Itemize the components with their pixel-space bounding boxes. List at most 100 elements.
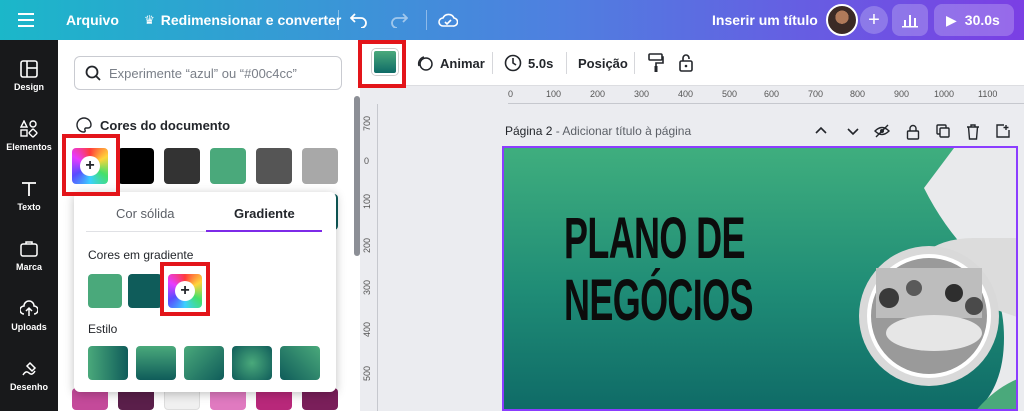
divider: [492, 52, 493, 74]
chevron-down-icon[interactable]: [846, 124, 860, 143]
hide-icon[interactable]: [874, 124, 890, 143]
search-placeholder: Experimente “azul” ou “#00c4cc”: [109, 65, 297, 81]
nav-brand[interactable]: Marca: [0, 240, 58, 272]
add-page-title[interactable]: - Adicionar título à página: [552, 124, 691, 138]
duration-label: 5.0s: [528, 55, 554, 71]
divider: [566, 52, 567, 74]
highlight-box: [160, 262, 210, 316]
gradient-colors-title: Cores em gradiente: [88, 248, 194, 262]
doc-color-swatch[interactable]: [256, 148, 292, 184]
ruler-tick-label: 700: [808, 89, 824, 99]
ruler-tick-label: 0: [364, 156, 370, 166]
ruler-tick-label: 400: [362, 322, 372, 338]
ruler-tick-label: 700: [362, 116, 372, 132]
delete-page-icon[interactable]: [966, 124, 980, 145]
text-icon: [22, 182, 36, 196]
play-button[interactable]: ▶ 30.0s: [934, 0, 1014, 40]
ruler-tick-label: 900: [894, 89, 910, 99]
cloud-save-icon[interactable]: [438, 0, 458, 40]
headline-line-1: PLANO DE: [564, 206, 745, 271]
ruler-left: 700 0 100 200 300 400 500: [360, 104, 378, 411]
crown-icon: ♛: [144, 13, 155, 27]
doc-color-swatch[interactable]: [210, 148, 246, 184]
plus-icon: +: [860, 6, 888, 34]
doc-colors-title: Cores do documento: [100, 117, 231, 133]
palette-icon: [76, 117, 92, 133]
canvas-headline[interactable]: PLANO DE NEGÓCIOS: [564, 208, 753, 332]
lock-page-icon[interactable]: [906, 124, 920, 145]
highlight-box: [358, 40, 406, 88]
headline-line-2: NEGÓCIOS: [564, 268, 753, 333]
doc-colors-header: Cores do documento: [76, 117, 230, 133]
nav-uploads[interactable]: Uploads: [0, 300, 58, 332]
ruler-top: 0 100 200 300 400 500 600 700 800 900 10…: [508, 86, 1024, 104]
gradient-color-swatch[interactable]: [88, 274, 122, 308]
animate-label: Animar: [440, 55, 485, 71]
editor-toolbar: Animar 5.0s Posição: [360, 40, 1024, 86]
design-canvas[interactable]: PLANO DE NEGÓCIOS: [502, 146, 1018, 411]
chevron-up-icon[interactable]: [814, 124, 828, 143]
gradient-style-linear-horizontal[interactable]: [88, 346, 128, 380]
ruler-tick-label: 200: [362, 238, 372, 254]
divider: [338, 10, 339, 30]
doc-color-swatch[interactable]: [164, 148, 200, 184]
divider: [426, 10, 427, 30]
resize-label: Redimensionar e converter: [160, 12, 342, 28]
redo-icon[interactable]: [390, 0, 408, 40]
search-icon: [85, 65, 101, 81]
ruler-tick-label: 300: [634, 89, 650, 99]
ruler-tick-label: 200: [590, 89, 606, 99]
resize-button[interactable]: ♛ Redimensionar e converter: [144, 0, 341, 40]
file-menu[interactable]: Arquivo: [66, 0, 119, 40]
nav-elements[interactable]: Elementos: [0, 120, 58, 152]
nav-draw[interactable]: Desenho: [0, 360, 58, 392]
nav-design[interactable]: Design: [0, 60, 58, 92]
gradient-style-radial[interactable]: [232, 346, 272, 380]
hamburger-icon[interactable]: [18, 0, 34, 40]
nav-text-label: Texto: [17, 202, 41, 212]
style-title: Estilo: [88, 322, 118, 336]
title-input[interactable]: Inserir um título: [712, 0, 818, 40]
add-page-icon[interactable]: [996, 124, 1010, 143]
nav-brand-label: Marca: [15, 262, 42, 272]
analytics-button[interactable]: [892, 0, 928, 40]
ruler-tick-label: 1000: [934, 89, 955, 99]
ruler-tick-label: 600: [764, 89, 780, 99]
shapes-icon: [20, 120, 38, 138]
highlight-box: [62, 134, 120, 196]
position-button[interactable]: Posição: [578, 40, 628, 86]
divider: [634, 52, 635, 74]
tab-gradient[interactable]: Gradiente: [234, 206, 295, 221]
doc-color-swatch[interactable]: [118, 148, 154, 184]
gradient-style-diagonal-reverse[interactable]: [280, 346, 320, 380]
gradient-style-linear-vertical[interactable]: [136, 346, 176, 380]
avatar[interactable]: [826, 0, 858, 40]
ruler-tick-label: 0: [508, 89, 514, 99]
gradient-style-diagonal[interactable]: [184, 346, 224, 380]
duration-button[interactable]: 5.0s: [504, 40, 553, 86]
ruler-tick-label: 500: [722, 89, 738, 99]
ruler-tick-label: 400: [678, 89, 694, 99]
duplicate-page-icon[interactable]: [936, 124, 950, 143]
nav-text[interactable]: Texto: [0, 180, 58, 212]
ruler-tick-label: 300: [362, 280, 372, 296]
bar-chart-icon: [892, 4, 928, 36]
undo-icon[interactable]: [350, 0, 368, 40]
page-number: Página 2: [505, 124, 553, 138]
left-nav: Design Elementos Texto Marca Uploads Des…: [0, 40, 58, 411]
paint-roller-icon[interactable]: [648, 40, 670, 86]
search-input[interactable]: Experimente “azul” ou “#00c4cc”: [74, 56, 342, 90]
draw-icon: [22, 361, 37, 376]
tab-solid-color[interactable]: Cor sólida: [116, 206, 175, 221]
ruler-tick-label: 500: [362, 366, 372, 382]
clock-icon: [504, 54, 522, 72]
lock-icon[interactable]: [678, 40, 700, 86]
page-title[interactable]: Página 2 - Adicionar título à página: [505, 124, 691, 138]
nav-draw-label: Desenho: [9, 382, 48, 392]
doc-color-swatch[interactable]: [302, 148, 338, 184]
play-duration: 30.0s: [964, 12, 1000, 28]
animate-icon: [417, 56, 433, 71]
animate-button[interactable]: Animar: [416, 40, 485, 86]
gradient-color-swatch[interactable]: [128, 274, 162, 308]
add-collaborator-button[interactable]: +: [860, 0, 888, 40]
